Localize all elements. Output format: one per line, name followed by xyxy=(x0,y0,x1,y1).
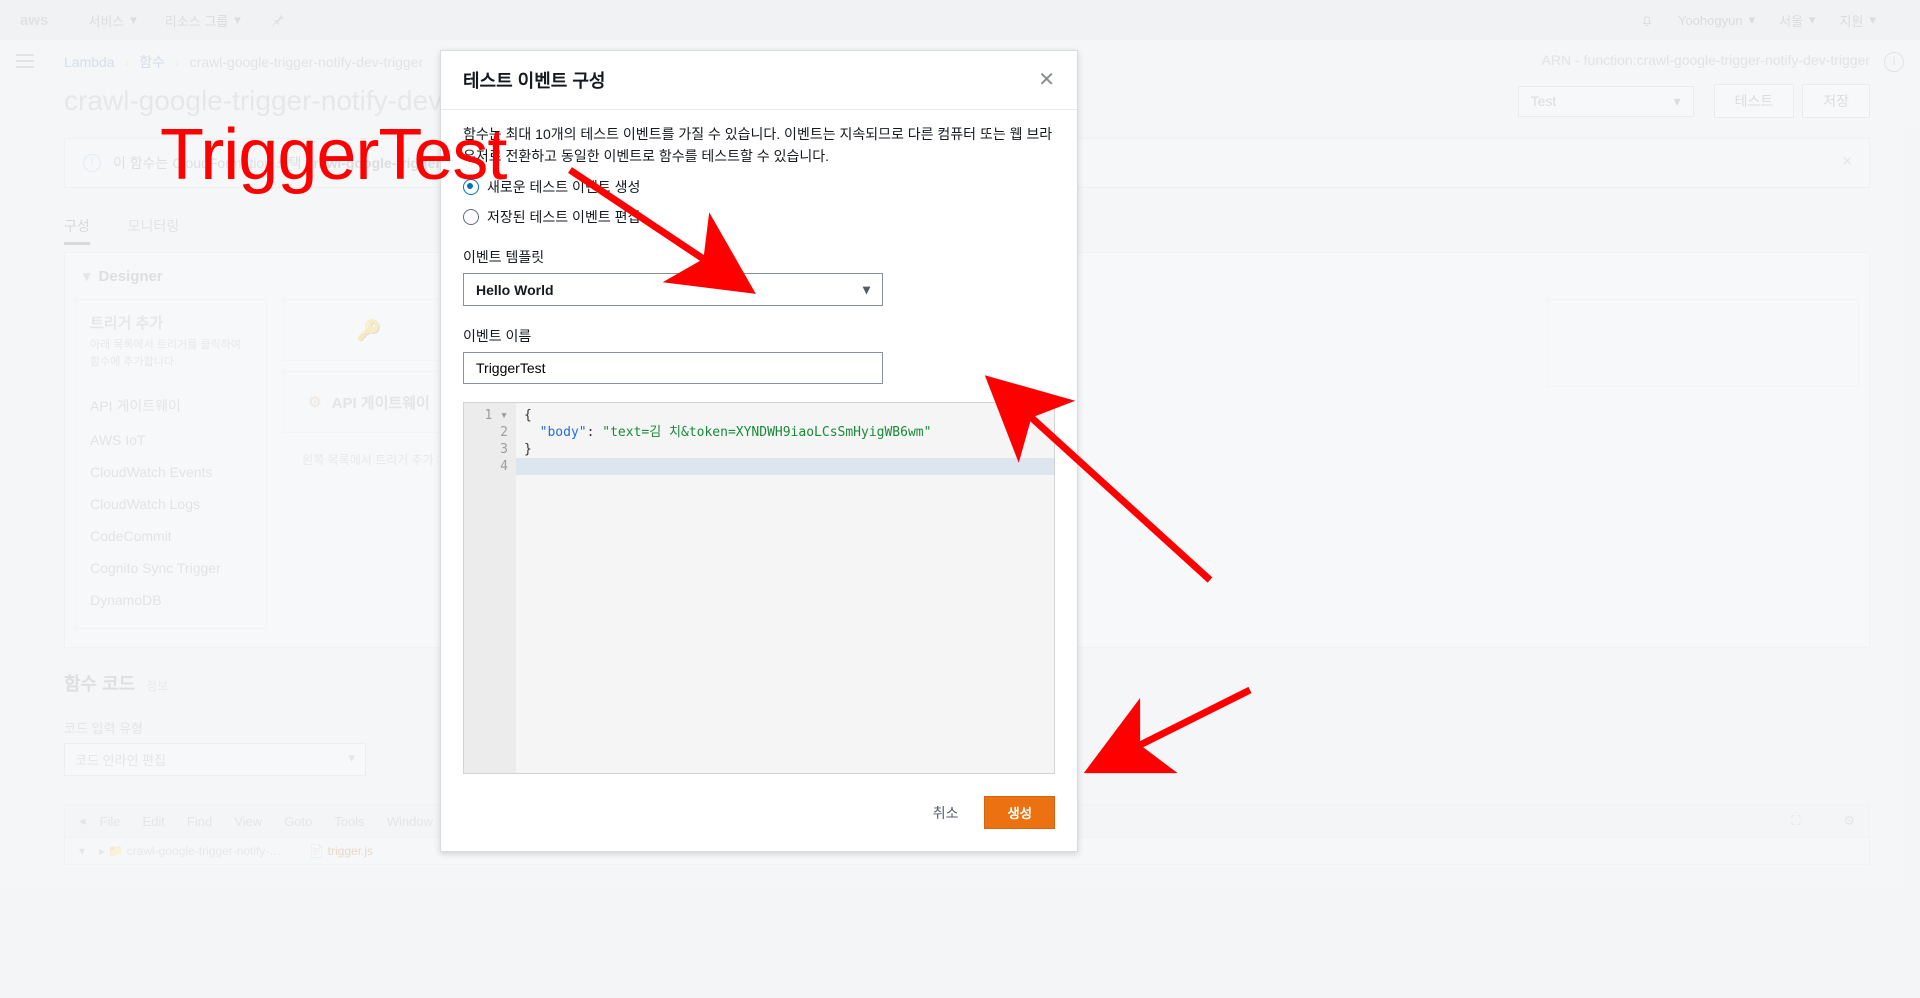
radio-icon xyxy=(463,179,479,195)
close-icon[interactable]: ✕ xyxy=(1038,70,1055,90)
modal-description: 함수는 최대 10개의 테스트 이벤트를 가질 수 있습니다. 이벤트는 지속되… xyxy=(463,124,1055,167)
editor-gutter: 1 ▾ 2 3 4 xyxy=(464,403,516,773)
cancel-button[interactable]: 취소 xyxy=(933,803,959,823)
event-template-label: 이벤트 템플릿 xyxy=(463,247,1055,267)
editor-active-line xyxy=(516,458,1054,475)
radio-saved-event[interactable]: 저장된 테스트 이벤트 편집 xyxy=(463,207,1055,227)
radio-icon xyxy=(463,209,479,225)
fold-icon: ▾ xyxy=(500,408,508,423)
editor-code[interactable]: { "body": "text=김 치&token=XYNDWH9iaoLCsS… xyxy=(516,403,1054,773)
radio-new-event[interactable]: 새로운 테스트 이벤트 생성 xyxy=(463,177,1055,197)
create-button[interactable]: 생성 xyxy=(984,796,1055,829)
event-template-select[interactable]: Hello World ▾ xyxy=(463,273,883,306)
modal-title: 테스트 이벤트 구성 xyxy=(463,67,1038,93)
json-editor[interactable]: 1 ▾ 2 3 4 { "body": "text=김 치&token=XYND… xyxy=(463,402,1055,774)
event-name-label: 이벤트 이름 xyxy=(463,326,1055,346)
event-name-input[interactable] xyxy=(463,352,883,384)
chevron-down-icon: ▾ xyxy=(863,281,870,298)
test-event-modal: 테스트 이벤트 구성 ✕ 함수는 최대 10개의 테스트 이벤트를 가질 수 있… xyxy=(440,50,1078,852)
